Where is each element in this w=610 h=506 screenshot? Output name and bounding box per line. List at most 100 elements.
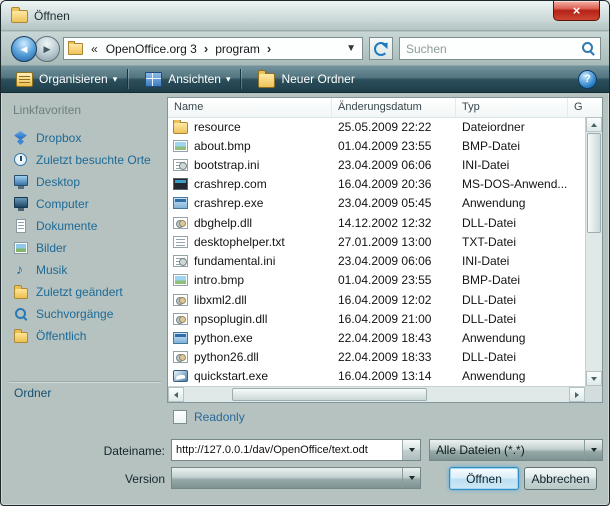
sidebar-item-label: Desktop [36, 175, 80, 189]
horizontal-scrollbar-thumb[interactable] [232, 388, 427, 401]
file-name: desktophelper.txt [194, 235, 285, 249]
sidebar-item-searches[interactable]: Suchvorgänge [9, 303, 161, 325]
folders-toggle[interactable]: Ordner [9, 381, 161, 403]
sidebar-item-pictures[interactable]: Bilder [9, 237, 161, 259]
version-dropdown-button[interactable] [402, 468, 420, 488]
filename-input[interactable] [172, 440, 402, 460]
vertical-scrollbar[interactable] [585, 117, 602, 386]
sidebar-item-label: Dropbox [36, 131, 81, 145]
horizontal-scrollbar[interactable] [168, 386, 585, 402]
file-name: python.exe [194, 331, 253, 345]
dll-file-icon [173, 313, 188, 325]
sidebar-item-label: Musik [36, 263, 67, 277]
file-row[interactable]: intro.bmp 01.04.2009 23:55 BMP-Datei [168, 271, 585, 290]
file-row[interactable]: bootstrap.ini 23.04.2009 06:06 INI-Datei [168, 155, 585, 174]
help-icon: ? [584, 73, 591, 85]
sidebar-item-music[interactable]: Musik [9, 259, 161, 281]
chevron-down-icon: ▾ [113, 74, 118, 85]
file-type: INI-Datei [456, 158, 568, 172]
file-row[interactable]: fundamental.ini 23.04.2009 06:06 INI-Dat… [168, 252, 585, 271]
readonly-checkbox[interactable] [173, 410, 187, 424]
scroll-down-button[interactable] [586, 371, 602, 386]
scroll-left-button[interactable] [168, 387, 184, 402]
cancel-button[interactable]: Abbrechen [524, 467, 597, 490]
filetype-dropdown-button[interactable] [584, 440, 602, 460]
file-row[interactable]: python26.dll 22.04.2009 18:33 DLL-Datei [168, 348, 585, 367]
command-toolbar: Organisieren ▾ Ansichten ▾ Neuer Ordner … [1, 65, 609, 93]
filetype-select[interactable]: Alle Dateien (*.*) [429, 439, 603, 461]
toolbar-separator [240, 69, 241, 89]
chevron-down-icon [409, 476, 415, 480]
sidebar-item-documents[interactable]: Dokumente [9, 215, 161, 237]
folders-label: Ordner [14, 386, 51, 400]
cancel-button-label: Abbrechen [531, 472, 589, 486]
file-type: Anwendung [456, 196, 568, 210]
application-file-icon [173, 332, 188, 344]
sidebar-item-computer[interactable]: Computer [9, 193, 161, 215]
chevron-right-icon[interactable]: › [202, 41, 210, 56]
ini-file-icon [173, 255, 188, 267]
favorites-header: Linkfavoriten [9, 97, 161, 127]
column-header-date[interactable]: Änderungsdatum [332, 98, 456, 117]
new-folder-button[interactable]: Neuer Ordner [250, 68, 362, 90]
file-row[interactable]: resource 25.05.2009 22:22 Dateiordner [168, 117, 585, 136]
open-button[interactable]: Öffnen [449, 467, 519, 490]
organize-button[interactable]: Organisieren ▾ [8, 68, 125, 90]
breadcrumb[interactable]: « OpenOffice.org 3 › program › ▼ [63, 37, 363, 60]
file-row[interactable]: desktophelper.txt 27.01.2009 13:00 TXT-D… [168, 232, 585, 251]
breadcrumb-overflow[interactable]: « [88, 42, 101, 56]
file-row[interactable]: python.exe 22.04.2009 18:43 Anwendung [168, 328, 585, 347]
file-row[interactable]: dbghelp.dll 14.12.2002 12:32 DLL-Datei [168, 213, 585, 232]
address-history-dropdown-icon[interactable]: ▼ [340, 43, 362, 54]
bmp-file-icon [173, 274, 188, 286]
filename-label: Dateiname: [75, 444, 165, 458]
folder-icon [173, 122, 188, 134]
help-button[interactable]: ? [578, 70, 597, 89]
file-row[interactable]: crashrep.exe 23.04.2009 05:45 Anwendung [168, 194, 585, 213]
close-button[interactable]: × [553, 1, 600, 21]
file-name: crashrep.com [194, 177, 267, 191]
titlebar[interactable]: Öffnen [1, 1, 609, 31]
refresh-button[interactable] [369, 37, 393, 60]
sidebar-item-recent-places[interactable]: Zuletzt besuchte Orte [9, 149, 161, 171]
ini-file-icon [173, 159, 188, 171]
scroll-right-button[interactable] [569, 387, 585, 402]
toolbar-separator [127, 69, 128, 89]
file-row[interactable]: quickstart.exe 16.04.2009 13:14 Anwendun… [168, 367, 585, 386]
file-row[interactable]: about.bmp 01.04.2009 23:55 BMP-Datei [168, 136, 585, 155]
sidebar-item-recently-changed[interactable]: Zuletzt geändert [9, 281, 161, 303]
vertical-scrollbar-thumb[interactable] [587, 133, 601, 233]
filename-dropdown-button[interactable] [402, 440, 420, 460]
file-name: fundamental.ini [194, 254, 275, 268]
sidebar-item-label: Öffentlich [36, 329, 86, 343]
search-icon[interactable] [580, 40, 600, 58]
readonly-row: Readonly [173, 410, 245, 424]
chevron-right-icon[interactable]: › [265, 41, 273, 56]
readonly-label: Readonly [194, 410, 245, 424]
file-type: DLL-Datei [456, 312, 568, 326]
file-row[interactable]: npsoplugin.dll 16.04.2009 21:00 DLL-Date… [168, 309, 585, 328]
sidebar-item-dropbox[interactable]: Dropbox [9, 127, 161, 149]
search-input[interactable] [400, 42, 580, 56]
dll-file-icon [173, 294, 188, 306]
window-title: Öffnen [34, 9, 70, 23]
forward-button[interactable]: ▶ [34, 36, 60, 62]
new-folder-icon [258, 73, 275, 88]
version-select[interactable] [171, 467, 421, 489]
new-folder-label: Neuer Ordner [281, 72, 354, 86]
breadcrumb-item-program[interactable]: program [210, 42, 265, 56]
sidebar-item-public[interactable]: Öffentlich [9, 325, 161, 347]
sidebar-item-desktop[interactable]: Desktop [9, 171, 161, 193]
sidebar-item-label: Computer [36, 197, 89, 211]
column-header-name[interactable]: Name [168, 98, 332, 117]
views-button[interactable]: Ansichten ▾ [137, 68, 238, 90]
views-icon [145, 72, 162, 87]
column-header-type[interactable]: Typ [456, 98, 568, 117]
file-row[interactable]: libxml2.dll 16.04.2009 12:02 DLL-Datei [168, 290, 585, 309]
scroll-up-button[interactable] [586, 117, 602, 132]
column-header-size[interactable]: G [568, 98, 602, 117]
back-button[interactable]: ◀ [11, 36, 37, 62]
breadcrumb-item-openoffice[interactable]: OpenOffice.org 3 [101, 42, 202, 56]
file-date: 16.04.2009 13:14 [332, 369, 456, 383]
file-row[interactable]: crashrep.com 16.04.2009 20:36 MS-DOS-Anw… [168, 175, 585, 194]
